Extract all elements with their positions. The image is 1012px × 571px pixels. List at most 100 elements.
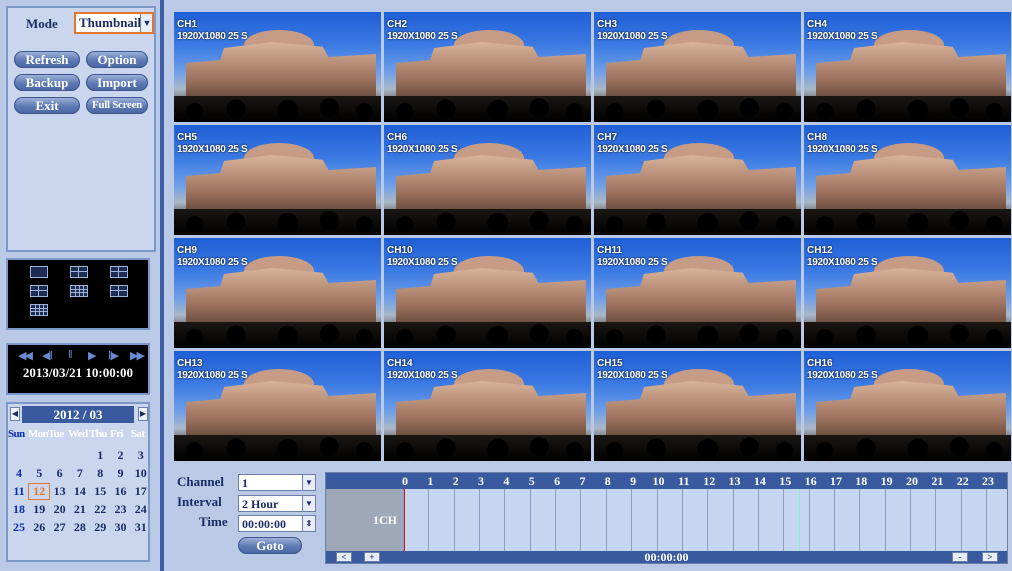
video-tile[interactable]: CH11 1920X1080 25 S [594,238,801,348]
timeline-next-button[interactable]: > [982,552,998,562]
calendar-prev-icon[interactable]: ◀ [10,407,20,421]
video-thumbnail [384,12,591,122]
chevron-down-icon[interactable]: ▼ [302,475,315,490]
timeline-track[interactable]: 1CH [326,489,1007,551]
video-tile[interactable]: CH12 1920X1080 25 S [804,238,1011,348]
calendar-title: 2012 / 03 [22,406,134,423]
timeline-zoom-in-button[interactable]: + [364,552,380,562]
play-icon[interactable]: ▶ [88,349,97,362]
timeline-hour-label: 6 [554,474,561,488]
video-tile[interactable]: CH7 1920X1080 25 S [594,125,801,235]
video-tile[interactable]: CH5 1920X1080 25 S [174,125,381,235]
chevron-down-icon[interactable]: ▼ [302,496,315,511]
layout-1plus5-icon[interactable] [110,266,128,278]
video-tile[interactable]: CH13 1920X1080 25 S [174,351,381,461]
calendar-day[interactable]: 18 [9,502,29,517]
calendar-day[interactable]: 27 [50,520,70,535]
step-forward-icon[interactable]: ‖▶ [108,349,119,362]
calendar-day[interactable]: 3 [131,448,151,463]
calendar-next-icon[interactable]: ▶ [138,407,148,421]
channel-select[interactable]: 1 ▼ [238,474,316,491]
exit-button[interactable]: Exit [14,97,80,114]
timeline-gridline [580,489,582,551]
calendar-day[interactable]: 5 [29,466,49,481]
calendar-day[interactable]: 4 [9,466,29,481]
layout-4x4-icon[interactable] [30,304,48,316]
building-shape [606,42,796,102]
calendar-day[interactable]: 21 [70,502,90,517]
video-tile[interactable]: CH3 1920X1080 25 S [594,12,801,122]
video-tile[interactable]: CH2 1920X1080 25 S [384,12,591,122]
calendar-day[interactable]: 29 [90,520,110,535]
video-tile[interactable]: CH8 1920X1080 25 S [804,125,1011,235]
calendar-day[interactable]: 13 [50,484,70,499]
time-input[interactable]: 00:00:00 ⇕ [238,515,316,532]
refresh-button[interactable]: Refresh [14,51,80,68]
layout-1plus7-icon[interactable] [30,285,48,297]
calendar-day[interactable]: 7 [70,466,90,481]
option-button[interactable]: Option [86,51,148,68]
calendar-day[interactable]: 12 [28,483,51,500]
calendar-day[interactable]: 2 [111,448,131,463]
goto-button[interactable]: Goto [238,537,302,554]
fast-rewind-icon[interactable]: ◀◀ [18,349,33,362]
video-thumbnail [804,125,1011,235]
spinner-icon[interactable]: ⇕ [302,516,315,531]
calendar-day[interactable]: 24 [131,502,151,517]
building-shape [186,268,376,328]
calendar-day[interactable]: 10 [131,466,151,481]
import-button[interactable]: Import [86,74,148,91]
calendar-day[interactable]: 16 [111,484,131,499]
timeline[interactable]: 0 1 2 3 4 5 6 7 8 9 10 11 12 13 14 15 16 17 18 19 20 21 22 23 1… [325,472,1008,564]
building-shape [396,155,586,215]
video-tile[interactable]: CH10 1920X1080 25 S [384,238,591,348]
video-thumbnail [384,125,591,235]
calendar-day[interactable]: 8 [90,466,110,481]
calendar-day[interactable]: 14 [70,484,90,499]
calendar-day[interactable]: 11 [9,484,29,499]
layout-2x2-icon[interactable] [70,266,88,278]
timeline-hour-label: 19 [880,474,893,488]
timeline-prev-button[interactable]: < [336,552,352,562]
calendar-day[interactable]: 23 [111,502,131,517]
calendar-day[interactable]: 15 [90,484,110,499]
full-screen-button[interactable]: Full Screen [86,97,148,114]
channel-name: CH1 [177,19,198,30]
video-tile[interactable]: CH4 1920X1080 25 S [804,12,1011,122]
video-tile[interactable]: CH16 1920X1080 25 S [804,351,1011,461]
interval-select[interactable]: 2 Hour ▼ [238,495,316,512]
timeline-zoom-out-button[interactable]: - [952,552,968,562]
layout-selector [6,258,150,330]
calendar-day[interactable]: 31 [131,520,151,535]
fast-forward-icon[interactable]: ▶▶ [130,349,145,362]
calendar-day[interactable]: 17 [131,484,151,499]
step-back-icon[interactable]: ◀‖ [42,349,53,362]
calendar-day[interactable]: 9 [111,466,131,481]
layout-1x1-icon[interactable] [30,266,48,278]
calendar-day[interactable]: 26 [29,520,49,535]
channel-resolution: 1920X1080 25 S [597,370,668,381]
backup-button[interactable]: Backup [14,74,80,91]
timeline-row-label: 1CH [326,489,403,551]
chevron-down-icon[interactable]: ▼ [140,14,152,32]
calendar-day[interactable]: 25 [9,520,29,535]
pause-icon[interactable]: ‖ [68,349,72,361]
video-tile[interactable]: CH14 1920X1080 25 S [384,351,591,461]
video-tile[interactable]: CH1 1920X1080 25 S [174,12,381,122]
layout-2plus8-icon[interactable] [110,285,128,297]
channel-name: CH6 [387,132,408,143]
timeline-hour-label: 11 [678,474,690,488]
calendar-day[interactable]: 22 [90,502,110,517]
video-tile[interactable]: CH15 1920X1080 25 S [594,351,801,461]
video-tile[interactable]: CH9 1920X1080 25 S [174,238,381,348]
calendar-day[interactable]: 6 [50,466,70,481]
calendar-day[interactable]: 1 [90,448,110,463]
crowd-shape [384,96,591,122]
calendar-day[interactable]: 19 [29,502,49,517]
layout-3x3-icon[interactable] [70,285,88,297]
mode-select[interactable]: Thumbnail ▼ [74,12,154,34]
video-tile[interactable]: CH6 1920X1080 25 S [384,125,591,235]
calendar-day[interactable]: 20 [50,502,70,517]
calendar-day[interactable]: 30 [111,520,131,535]
calendar-day[interactable]: 28 [70,520,90,535]
